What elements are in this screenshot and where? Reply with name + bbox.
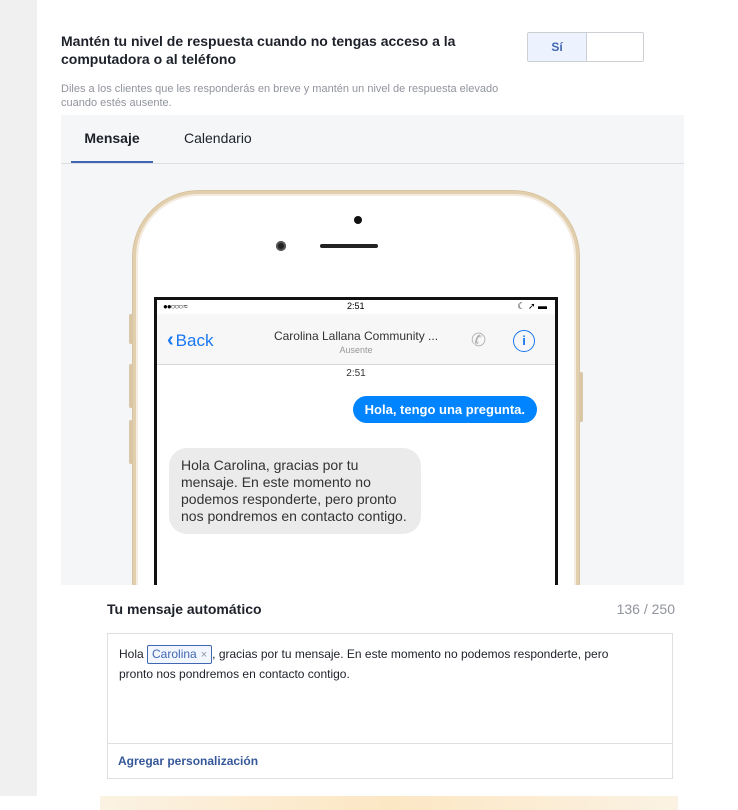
editor-footer: Agregar personalización — [108, 743, 672, 779]
auto-message-editor[interactable]: Hola Carolina ×, gracias por tu mensaje. … — [107, 633, 673, 779]
phone-screen: ●●○○○ ≈ 2:51 ☾ ➚ ▬ ‹ Back Carolina Lallan… — [154, 297, 558, 585]
setting-description: Diles a los clientes que les responderás… — [61, 83, 499, 109]
phone-mockup: ●●○○○ ≈ 2:51 ☾ ➚ ▬ ‹ Back Carolina Lallan… — [129, 191, 583, 585]
toggle-off-area[interactable] — [587, 33, 643, 61]
phone-side-button — [129, 420, 133, 464]
phone-status-bar: ●●○○○ ≈ 2:51 ☾ ➚ ▬ — [157, 300, 555, 312]
phone-side-button — [579, 372, 583, 422]
message-preview: Mensaje Calendario ●●○○○ ≈ 2:51 ☾ ➚ ▬ ‹ B… — [61, 115, 684, 585]
message-timestamp: 2:51 — [346, 368, 366, 379]
battery-icon: ☾ ➚ ▬ — [517, 301, 547, 311]
toggle-on-label[interactable]: Sí — [528, 33, 587, 61]
back-label: Back — [175, 331, 214, 350]
incoming-message-bubble: Hola Carolina, gracias por tu mensaje. E… — [169, 448, 421, 534]
bottom-preview-peek — [100, 796, 678, 810]
name-token[interactable]: Carolina × — [147, 645, 213, 664]
chat-header: ‹ Back Carolina Lallana Community ... Aus… — [157, 314, 555, 365]
left-rail — [0, 0, 38, 796]
token-label: Carolina — [152, 647, 197, 661]
away-toggle[interactable]: Sí — [527, 32, 644, 62]
chat-title: Carolina Lallana Community ... — [273, 329, 439, 343]
character-count: 136 / 250 — [616, 601, 675, 617]
setting-title: Mantén tu nivel de respuesta cuando no t… — [61, 33, 456, 67]
tab-calendario[interactable]: Calendario — [184, 115, 252, 163]
signal-icon: ●●○○○ ≈ — [163, 302, 188, 311]
status-time: 2:51 — [347, 301, 365, 311]
text-before: Hola — [119, 647, 148, 661]
phone-call-icon: ✆ — [471, 330, 487, 350]
token-remove-icon[interactable]: × — [201, 649, 207, 661]
add-personalization-link[interactable]: Agregar personalización — [118, 754, 258, 768]
chevron-left-icon: ‹ — [167, 329, 174, 351]
phone-sensor-dot — [354, 216, 362, 224]
phone-side-button — [129, 364, 133, 408]
tab-mensaje[interactable]: Mensaje — [71, 115, 153, 163]
outgoing-message-bubble: Hola, tengo una pregunta. — [352, 396, 537, 423]
phone-speaker — [320, 244, 378, 248]
chat-status: Ausente — [339, 345, 373, 355]
phone-side-button — [129, 314, 133, 344]
back-button: ‹ Back — [167, 329, 213, 352]
auto-message-text[interactable]: Hola Carolina ×, gracias por tu mensaje. … — [119, 644, 639, 684]
phone-camera — [276, 241, 286, 251]
preview-tabs: Mensaje Calendario — [61, 115, 684, 164]
info-icon: i — [513, 330, 535, 352]
auto-message-title: Tu mensaje automático — [107, 601, 262, 617]
